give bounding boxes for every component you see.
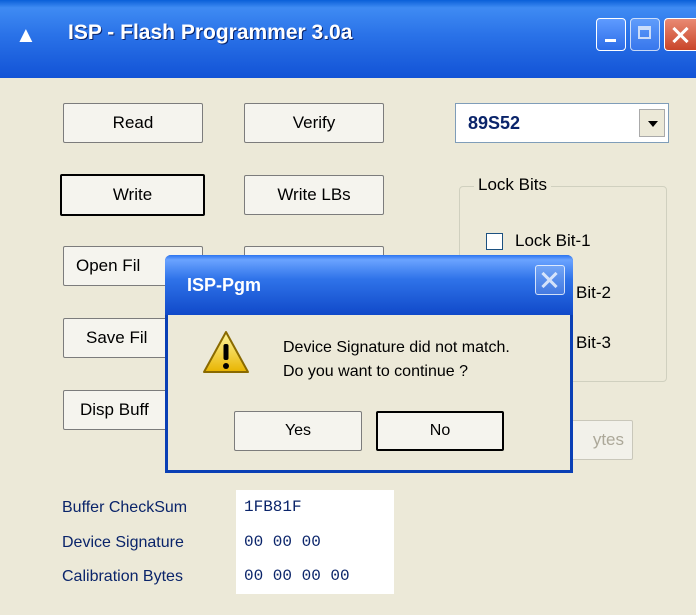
- device-signature-label: Device Signature: [62, 534, 184, 551]
- device-select[interactable]: 89S52: [455, 103, 669, 143]
- window-title: ISP - Flash Programmer 3.0a: [68, 21, 353, 44]
- lock-bit-3-checkbox[interactable]: Bit-3: [576, 333, 611, 353]
- device-select-value: 89S52: [468, 113, 521, 133]
- main-window: ▲ ISP - Flash Programmer 3.0a Read Verif…: [0, 0, 696, 615]
- title-bar[interactable]: ▲ ISP - Flash Programmer 3.0a: [0, 0, 696, 78]
- chevron-down-icon[interactable]: [639, 109, 665, 137]
- calibration-bytes-value: 00 00 00 00: [244, 567, 350, 585]
- minimize-button[interactable]: [596, 18, 626, 51]
- warning-icon: [203, 331, 249, 373]
- write-lbs-button[interactable]: Write LBs: [244, 175, 384, 215]
- no-button[interactable]: No: [376, 411, 504, 451]
- dialog-message-line1: Device Signature did not match.: [283, 339, 510, 356]
- buffer-checksum-value: 1FB81F: [244, 498, 302, 516]
- read-button[interactable]: Read: [63, 103, 203, 143]
- confirm-dialog: ISP-Pgm Device Signature did not match. …: [165, 255, 573, 473]
- lock-bit-1-label: Lock Bit-1: [515, 231, 591, 250]
- lock-bit-3-label: Bit-3: [576, 333, 611, 352]
- dialog-title: ISP-Pgm: [187, 275, 262, 295]
- close-button[interactable]: [664, 18, 696, 51]
- yes-button[interactable]: Yes: [234, 411, 362, 451]
- lock-bit-2-checkbox[interactable]: Bit-2: [576, 283, 611, 303]
- checkbox-box[interactable]: [486, 233, 503, 251]
- buffer-checksum-label: Buffer CheckSum: [62, 499, 188, 516]
- dialog-message-line2: Do you want to continue ?: [283, 363, 469, 380]
- dialog-title-bar[interactable]: ISP-Pgm: [165, 255, 573, 315]
- device-signature-value: 00 00 00: [244, 533, 321, 551]
- calibration-bytes-label: Calibration Bytes: [62, 568, 183, 585]
- app-triangle-icon: ▲: [15, 22, 37, 47]
- lock-bit-1-checkbox[interactable]: Lock Bit-1: [486, 231, 591, 251]
- write-button[interactable]: Write: [60, 174, 205, 216]
- maximize-button[interactable]: [630, 18, 660, 51]
- lock-bit-2-label: Bit-2: [576, 283, 611, 302]
- dialog-close-icon[interactable]: [535, 265, 565, 295]
- verify-button[interactable]: Verify: [244, 103, 384, 143]
- lock-bits-legend: Lock Bits: [474, 175, 551, 195]
